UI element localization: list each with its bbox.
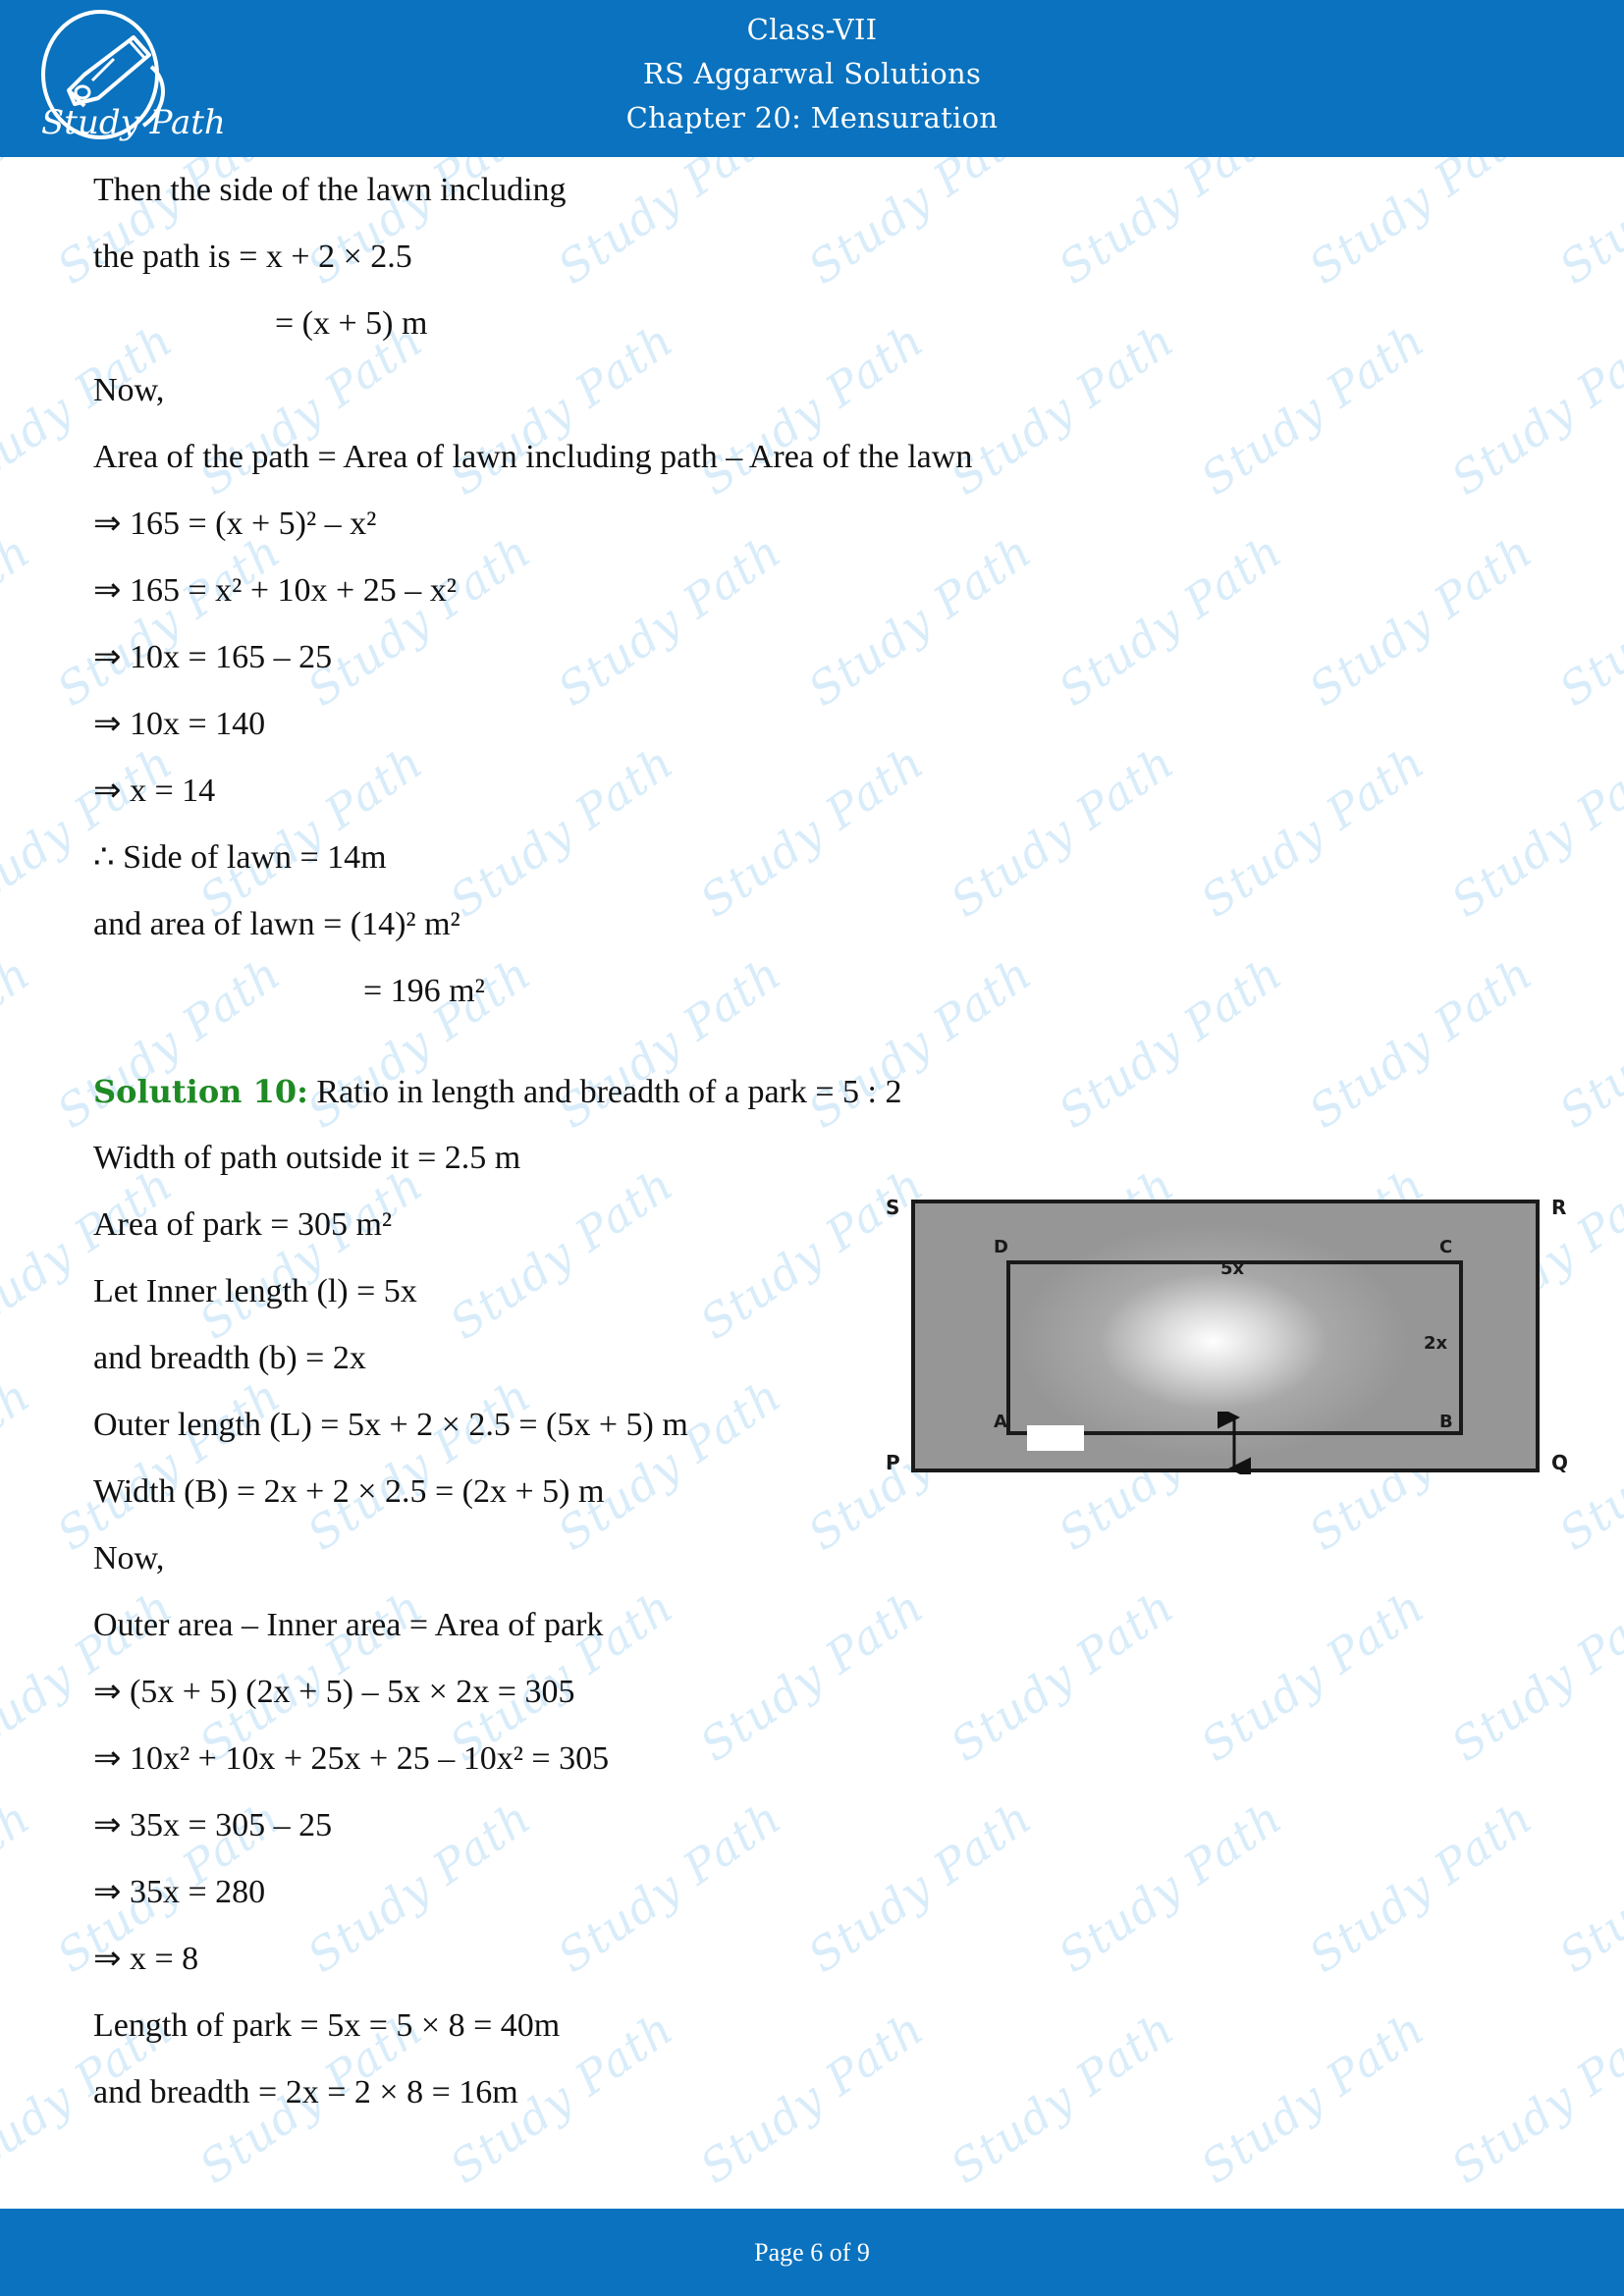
line-text: Then the side of the lawn including bbox=[93, 172, 567, 208]
header-class-line: Class-VII bbox=[746, 13, 878, 46]
text-line: ⇒ 10x² + 10x + 25x + 25 – 10x² = 305 bbox=[93, 1726, 977, 1792]
figure-white-gap-box bbox=[1027, 1425, 1084, 1451]
line-text: and breadth (b) = 2x bbox=[93, 1340, 366, 1376]
text-line: Then the side of the lawn including bbox=[93, 157, 977, 224]
page-current: 6 bbox=[810, 2238, 824, 2267]
page-total: 9 bbox=[856, 2238, 870, 2267]
solution-10-heading-line: Solution 10: Ratio in length and breadth… bbox=[93, 1058, 977, 1125]
line-text: Width (B) = 2x + 2 × 2.5 = (2x + 5) m bbox=[93, 1473, 605, 1510]
text-line: = 196 m² bbox=[93, 958, 977, 1025]
line-text: Now, bbox=[93, 372, 165, 408]
line-text: Length of park = 5x = 5 × 8 = 40m bbox=[93, 2007, 561, 2044]
line-text: ∴ Side of lawn = 14m bbox=[93, 839, 387, 876]
line-text: ⇒ 10x = 165 – 25 bbox=[93, 639, 333, 675]
figure-label-p: P bbox=[886, 1451, 900, 1474]
page-prefix: Page bbox=[754, 2238, 811, 2267]
line-text: ⇒ 35x = 305 – 25 bbox=[93, 1807, 333, 1843]
figure-label-s: S bbox=[886, 1196, 900, 1219]
line-text: Area of the path = Area of lawn includin… bbox=[93, 439, 973, 475]
line-text: Outer length (L) = 5x + 2 × 2.5 = (5x + … bbox=[93, 1407, 688, 1443]
figure-label-length-5x: 5x bbox=[1220, 1258, 1245, 1279]
line-text: ⇒ (5x + 5) (2x + 5) – 5x × 2x = 305 bbox=[93, 1674, 575, 1710]
path-width-arrow-icon bbox=[1218, 1412, 1251, 1474]
figure-label-q: Q bbox=[1551, 1451, 1569, 1474]
inner-rectangle-abcd bbox=[1006, 1260, 1463, 1435]
header-book-line: RS Aggarwal Solutions bbox=[642, 57, 982, 90]
text-line: and breadth = 2x = 2 × 8 = 16m bbox=[93, 2059, 977, 2126]
figure-label-r: R bbox=[1551, 1196, 1567, 1219]
line-text: Let Inner length (l) = 5x bbox=[93, 1273, 417, 1309]
page-middle: of bbox=[823, 2238, 857, 2267]
header-titles: Class-VII RS Aggarwal Solutions Chapter … bbox=[0, 8, 1624, 140]
figure-label-breadth-2x: 2x bbox=[1424, 1333, 1448, 1354]
park-path-diagram: S R P Q D C A B 5x 2x bbox=[872, 1168, 1598, 1474]
line-text: = 196 m² bbox=[363, 973, 485, 1009]
text-line: Area of the path = Area of lawn includin… bbox=[93, 424, 977, 491]
solution-text-column: Then the side of the lawn including the … bbox=[93, 157, 977, 2126]
text-line: Width of path outside it = 2.5 m bbox=[93, 1125, 977, 1192]
text-line: ⇒ 35x = 280 bbox=[93, 1859, 977, 1926]
text-line: and breadth (b) = 2x bbox=[93, 1325, 977, 1392]
figure-label-d: D bbox=[994, 1237, 1008, 1257]
line-text: Width of path outside it = 2.5 m bbox=[93, 1140, 521, 1176]
line-text: ⇒ 35x = 280 bbox=[93, 1874, 266, 1910]
text-line: Now, bbox=[93, 357, 977, 424]
text-line: ⇒ 10x = 165 – 25 bbox=[93, 624, 977, 691]
page-indicator: Page 6 of 9 bbox=[0, 2209, 1624, 2296]
text-line: ⇒ 35x = 305 – 25 bbox=[93, 1792, 977, 1859]
text-line: Area of park = 305 m² bbox=[93, 1192, 977, 1258]
solution-10-label: Solution 10: bbox=[93, 1073, 308, 1110]
text-line: ⇒ (5x + 5) (2x + 5) – 5x × 2x = 305 bbox=[93, 1659, 977, 1726]
line-text: ⇒ x = 8 bbox=[93, 1941, 199, 1977]
text-line: ⇒ x = 14 bbox=[93, 758, 977, 825]
line-text: and breadth = 2x = 2 × 8 = 16m bbox=[93, 2074, 518, 2110]
text-line: ∴ Side of lawn = 14m bbox=[93, 825, 977, 891]
line-text: ⇒ 165 = x² + 10x + 25 – x² bbox=[93, 572, 457, 609]
line-text: Ratio in length and breadth of a park = … bbox=[316, 1074, 902, 1110]
text-line: Let Inner length (l) = 5x bbox=[93, 1258, 977, 1325]
text-line: ⇒ 165 = (x + 5)² – x² bbox=[93, 491, 977, 558]
line-text: ⇒ 165 = (x + 5)² – x² bbox=[93, 506, 377, 542]
text-line: ⇒ 165 = x² + 10x + 25 – x² bbox=[93, 558, 977, 624]
line-text: = (x + 5) m bbox=[275, 305, 428, 342]
text-line: Outer area – Inner area = Area of park bbox=[93, 1592, 977, 1659]
text-line: Length of park = 5x = 5 × 8 = 40m bbox=[93, 1993, 977, 2059]
header-chapter-line: Chapter 20: Mensuration bbox=[625, 101, 999, 134]
text-line: Outer length (L) = 5x + 2 × 2.5 = (5x + … bbox=[93, 1392, 977, 1459]
text-line: = (x + 5) m bbox=[93, 291, 977, 357]
page-footer: Page 6 of 9 bbox=[0, 2209, 1624, 2296]
line-text: and area of lawn = (14)² m² bbox=[93, 906, 460, 942]
line-text: ⇒ 10x = 140 bbox=[93, 706, 266, 742]
line-text: Outer area – Inner area = Area of park bbox=[93, 1607, 604, 1643]
text-line: Now, bbox=[93, 1525, 977, 1592]
figure-label-b: B bbox=[1439, 1412, 1453, 1432]
text-line: Width (B) = 2x + 2 × 2.5 = (2x + 5) m bbox=[93, 1459, 977, 1525]
page-content: Then the side of the lawn including the … bbox=[0, 157, 1624, 2209]
line-text: ⇒ x = 14 bbox=[93, 773, 216, 809]
line-text: the path is = x + 2 × 2.5 bbox=[93, 239, 412, 275]
line-text: Now, bbox=[93, 1540, 165, 1576]
text-line: the path is = x + 2 × 2.5 bbox=[93, 224, 977, 291]
figure-label-a: A bbox=[994, 1412, 1007, 1432]
text-line: ⇒ x = 8 bbox=[93, 1926, 977, 1993]
figure-label-c: C bbox=[1439, 1237, 1453, 1257]
text-line: ⇒ 10x = 140 bbox=[93, 691, 977, 758]
line-text: Area of park = 305 m² bbox=[93, 1206, 393, 1243]
page-header: Study Path Class-VII RS Aggarwal Solutio… bbox=[0, 0, 1624, 157]
text-line: and area of lawn = (14)² m² bbox=[93, 891, 977, 958]
line-text: ⇒ 10x² + 10x + 25x + 25 – 10x² = 305 bbox=[93, 1740, 610, 1777]
